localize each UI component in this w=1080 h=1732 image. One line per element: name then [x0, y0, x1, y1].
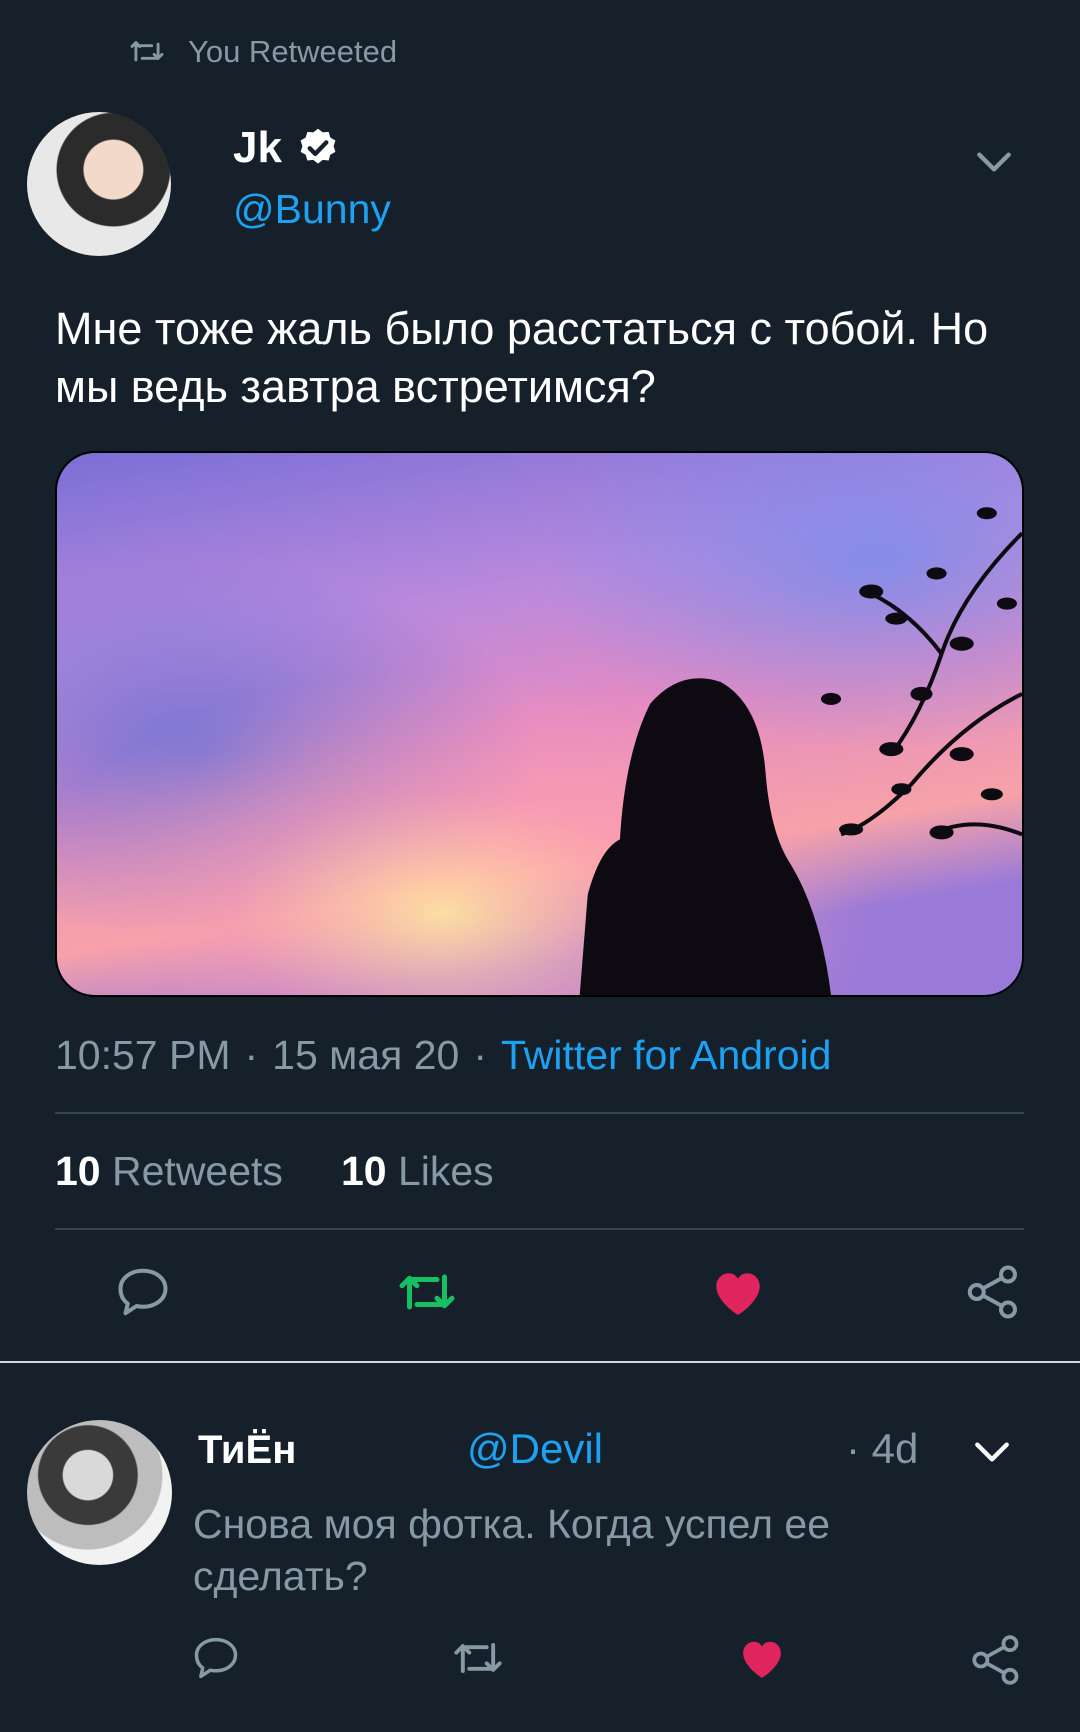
- section-divider: [0, 1361, 1080, 1363]
- retweets-stat[interactable]: 10 Retweets: [55, 1148, 283, 1195]
- reply-share-button[interactable]: [968, 1632, 1024, 1688]
- reply-time: · 4d: [846, 1425, 919, 1472]
- reply-retweet-button[interactable]: [452, 1632, 504, 1684]
- reply-text: Снова моя фотка. Когда успел ее сделать?: [193, 1501, 831, 1599]
- tweet-text: Мне тоже жаль было расстаться с тобой. Н…: [55, 303, 989, 412]
- author-name[interactable]: Jk: [233, 123, 282, 173]
- retweet-icon: [130, 41, 164, 62]
- like-icon: [716, 1273, 760, 1315]
- likes-stat[interactable]: 10 Likes: [341, 1148, 494, 1195]
- avatar[interactable]: [27, 112, 171, 256]
- tweet-stats: 10 Retweets 10 Likes: [55, 1148, 494, 1195]
- sunset-silhouette-image: [57, 453, 1022, 995]
- reply-reply-button[interactable]: [190, 1632, 242, 1684]
- author-handle[interactable]: @Bunny: [233, 186, 391, 233]
- retweet-icon: [399, 1274, 455, 1310]
- reply-like-button[interactable]: [736, 1632, 788, 1684]
- reply-button[interactable]: [113, 1262, 173, 1322]
- tweet-source-link[interactable]: Twitter for Android: [501, 1032, 831, 1078]
- reply-icon: [118, 1268, 168, 1316]
- chevron-down-icon[interactable]: [970, 1430, 1014, 1474]
- tweet-image[interactable]: [55, 451, 1024, 997]
- reply-avatar[interactable]: [27, 1420, 172, 1565]
- tweet-meta: 10:57 PM · 15 мая 20 · Twitter for Android: [55, 1032, 832, 1078]
- chevron-down-icon[interactable]: [972, 140, 1016, 184]
- like-button[interactable]: [708, 1262, 768, 1322]
- retweet-button[interactable]: [397, 1262, 457, 1322]
- reply-icon: [194, 1637, 238, 1679]
- tweet-date: 15 мая 20: [272, 1032, 460, 1078]
- verified-badge-icon: [300, 128, 336, 164]
- share-icon: [967, 1265, 1017, 1319]
- divider: [55, 1228, 1024, 1230]
- retweet-context: You Retweeted: [128, 32, 397, 72]
- share-icon: [972, 1635, 1019, 1685]
- divider: [55, 1112, 1024, 1114]
- reply-author-name[interactable]: ТиЁн: [198, 1428, 296, 1473]
- author-name-row[interactable]: Jk: [233, 123, 340, 173]
- retweet-context-label: You Retweeted: [188, 34, 398, 69]
- tweet-time: 10:57 PM: [55, 1032, 231, 1078]
- like-icon: [743, 1641, 781, 1678]
- retweet-icon: [454, 1643, 502, 1673]
- reply-author-handle[interactable]: @Devil: [467, 1425, 603, 1473]
- share-button[interactable]: [963, 1262, 1023, 1322]
